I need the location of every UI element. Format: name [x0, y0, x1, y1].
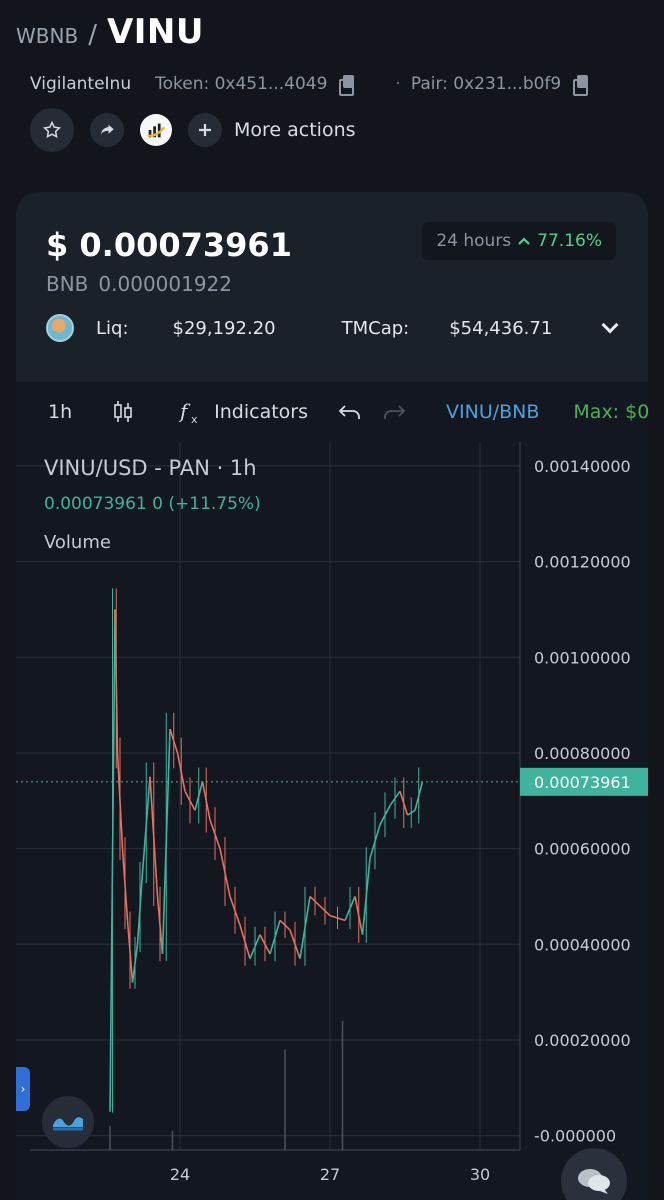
redo-icon[interactable] — [382, 403, 406, 421]
copy-pair-icon[interactable] — [573, 75, 589, 96]
y-tick-label: 0.00140000 — [534, 457, 631, 476]
quote-symbol: VINU — [106, 12, 204, 52]
change-badge[interactable]: 24 hours 77.16% — [422, 222, 616, 260]
y-tick-label: 0.00080000 — [534, 744, 631, 763]
x-tick-label: 24 — [170, 1165, 190, 1184]
token-name[interactable]: VigilanteInu — [30, 74, 131, 94]
max-label: Max: $0 — [573, 401, 648, 423]
base-symbol: WBNB — [16, 24, 79, 48]
y-tick-label: 0.00120000 — [534, 553, 631, 572]
chart-logo-icon — [147, 123, 166, 138]
bnb-label: BNB — [46, 272, 89, 296]
more-actions-label[interactable]: More actions — [234, 119, 356, 141]
pair-toggle[interactable]: VINU/BNB — [446, 401, 539, 423]
pair-header: WBNB / VINU — [16, 12, 204, 52]
more-actions-button[interactable] — [188, 113, 222, 147]
svg-text:f: f — [178, 399, 191, 423]
liquidity-icon — [46, 314, 74, 342]
dot-separator: · — [395, 74, 401, 94]
favorite-button[interactable] — [30, 108, 74, 152]
pair-address: Pair: 0x231...b0f9 — [410, 74, 562, 94]
chart-canvas[interactable]: 0.00140000 0.00120000 0.00100000 0.00080000… — [16, 442, 648, 1200]
y-tick-label: -0.000000 — [534, 1127, 616, 1146]
tmcap-value: $54,436.71 — [449, 317, 553, 339]
change-period: 24 hours — [436, 231, 512, 251]
chevron-down-icon[interactable] — [601, 316, 619, 334]
price-bnb: BNB 0.000001922 — [46, 272, 232, 296]
side-panel-toggle[interactable]: › — [16, 1067, 30, 1111]
stats-row: Liq: $29,192.20 TMCap: $54,436.71 — [46, 314, 619, 342]
change-value: 77.16% — [537, 231, 602, 251]
price-card: $ 0.00073961 BNB 0.000001922 24 hours 77.… — [16, 192, 648, 1200]
action-bar: More actions — [30, 108, 356, 152]
y-tick-label: 0.00060000 — [534, 840, 631, 859]
x-tick-label: 27 — [320, 1165, 340, 1184]
pair-separator: / — [88, 20, 97, 50]
indicators-button[interactable]: fx Indicators — [178, 398, 308, 426]
chart-app-button[interactable] — [140, 114, 172, 146]
arrow-up-icon — [518, 237, 530, 245]
liq-value: $29,192.20 — [172, 317, 276, 339]
plus-icon — [199, 124, 211, 136]
y-tick-label: 0.00040000 — [534, 935, 631, 954]
share-button[interactable] — [90, 113, 124, 147]
x-tick-label: 30 — [470, 1165, 490, 1184]
star-icon — [43, 120, 61, 138]
svg-text:x: x — [191, 413, 198, 426]
price-chart[interactable]: 0.00140000 0.00120000 0.00100000 0.00080000… — [16, 442, 648, 1200]
price-usd: $ 0.00073961 — [46, 226, 292, 264]
wave-logo-icon — [53, 1117, 83, 1131]
y-tick-label: 0.00020000 — [534, 1031, 631, 1050]
token-address: Token: 0x451...4049 — [155, 74, 328, 94]
tmcap-label: TMCap: — [341, 317, 410, 339]
last-price-label: 0.00073961 — [534, 773, 631, 792]
token-info-row: VigilanteInu Token: 0x451...4049 · Pair:… — [30, 74, 650, 96]
chart-logo-button[interactable] — [42, 1096, 94, 1148]
candles-icon[interactable] — [112, 399, 134, 425]
y-tick-label: 0.00100000 — [534, 648, 631, 667]
chart-toolbar: 1h fx Indicators VINU/BNB Max: $0 — [16, 382, 648, 442]
interval-selector[interactable]: 1h — [48, 401, 72, 423]
bnb-value: 0.000001922 — [98, 272, 233, 296]
indicators-label: Indicators — [214, 401, 308, 423]
chart-title: VINU/USD - PAN · 1h — [44, 456, 257, 480]
volume-legend: Volume — [44, 532, 111, 553]
copy-token-icon[interactable] — [339, 75, 355, 96]
function-icon: fx — [178, 399, 198, 426]
liq-label: Liq: — [96, 317, 129, 339]
chat-icon — [578, 1169, 610, 1194]
undo-icon[interactable] — [338, 403, 362, 421]
ohlc-readout: 0.00073961 0 (+11.75%) — [44, 494, 261, 514]
share-icon — [101, 124, 114, 135]
